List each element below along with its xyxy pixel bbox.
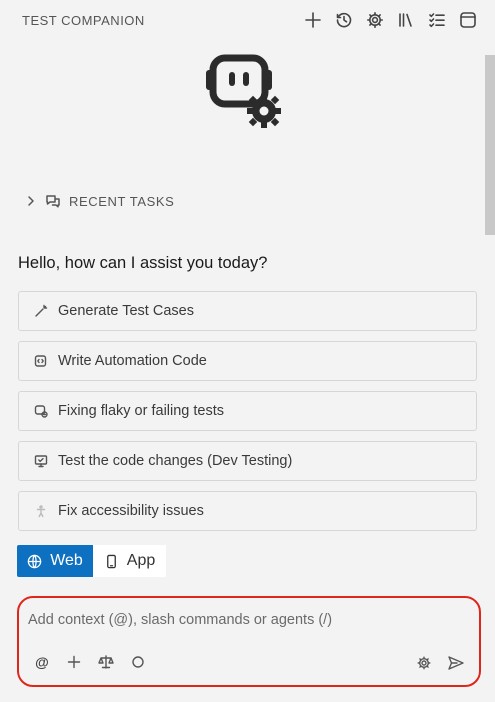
globe-icon <box>27 554 42 568</box>
companion-panel: TEST COMPANION RECENT TASKS Hello, how c… <box>0 0 495 702</box>
wand-icon <box>35 304 48 317</box>
suggestion-write-automation-code[interactable]: Write Automation Code <box>18 341 477 381</box>
suggestion-dev-testing[interactable]: Test the code changes (Dev Testing) <box>18 441 477 481</box>
composer-tools: @ <box>33 653 147 671</box>
recent-tasks-toggle[interactable]: RECENT TASKS <box>25 190 174 212</box>
at-icon: @ <box>35 654 49 670</box>
suggestion-label: Generate Test Cases <box>58 303 194 319</box>
monitor-check-icon <box>34 455 48 468</box>
scale-icon <box>98 655 114 669</box>
header-actions <box>302 9 479 31</box>
scrollbar-thumb[interactable] <box>485 55 495 235</box>
web-mode-label: Web <box>50 552 83 569</box>
app-mode-button[interactable]: App <box>93 545 166 577</box>
suggestion-label: Fix accessibility issues <box>58 503 204 519</box>
mobile-icon <box>106 554 116 568</box>
greeting-heading: Hello, how can I assist you today? <box>18 254 268 272</box>
composer-actions <box>417 655 465 671</box>
companion-logo-icon <box>205 52 285 132</box>
plus-icon[interactable] <box>302 9 324 31</box>
suggestion-accessibility[interactable]: Fix accessibility issues <box>18 491 477 531</box>
accessibility-icon <box>36 505 46 518</box>
chat-composer: @ <box>17 596 481 687</box>
code-edit-icon <box>34 355 47 367</box>
status-toggle[interactable] <box>129 653 147 671</box>
suggestion-label: Fixing flaky or failing tests <box>58 403 225 419</box>
suggestion-label: Write Automation Code <box>58 353 207 369</box>
suggestion-generate-test-cases[interactable]: Generate Test Cases <box>18 291 477 331</box>
plus-icon <box>67 655 81 669</box>
add-context-button[interactable] <box>65 653 83 671</box>
bug-fix-icon <box>34 405 48 418</box>
suggestion-label: Test the code changes (Dev Testing) <box>58 453 293 469</box>
app-mode-label: App <box>126 552 156 569</box>
panel-header: TEST COMPANION <box>0 0 495 40</box>
mention-button[interactable]: @ <box>33 653 51 671</box>
panel-title: TEST COMPANION <box>22 12 145 28</box>
web-mode-button[interactable]: Web <box>17 545 93 577</box>
gear-icon[interactable] <box>417 656 431 670</box>
chat-input[interactable] <box>28 608 458 632</box>
history-icon[interactable] <box>333 9 355 31</box>
panel-icon[interactable] <box>457 9 479 31</box>
rules-button[interactable] <box>97 653 115 671</box>
send-icon[interactable] <box>447 655 465 671</box>
circle-icon <box>132 656 144 668</box>
suggestion-fix-flaky-tests[interactable]: Fixing flaky or failing tests <box>18 391 477 431</box>
chevron-right-icon <box>28 196 34 206</box>
platform-toggle: Web App <box>17 545 166 577</box>
library-icon[interactable] <box>395 9 417 31</box>
recent-tasks-label: RECENT TASKS <box>69 193 175 209</box>
checklist-icon[interactable] <box>426 9 448 31</box>
gear-icon[interactable] <box>364 9 386 31</box>
suggestion-list: Generate Test Cases Write Automation Cod… <box>18 291 477 541</box>
chat-bubbles-icon <box>46 195 60 208</box>
